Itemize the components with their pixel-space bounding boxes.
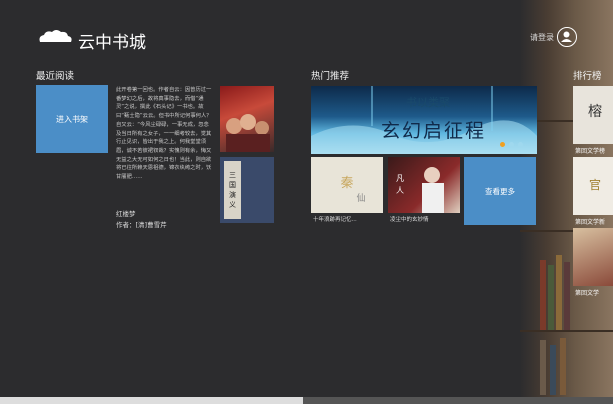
- scrollbar-thumb[interactable]: [0, 397, 303, 404]
- svg-text:榕: 榕: [588, 104, 602, 120]
- svg-text:国: 国: [229, 181, 236, 189]
- hot-section-title: 热门推荐: [311, 71, 350, 82]
- book-spine: [560, 338, 566, 395]
- view-more-label: 查看更多: [485, 186, 515, 196]
- hot-book-caption-2: 凌尘中的玄妙情: [390, 217, 429, 223]
- banner-title: 玄幻启征程: [381, 120, 487, 142]
- rank-section-title: 排行榜: [573, 71, 602, 82]
- app-title: 云中书城: [78, 33, 146, 53]
- carousel-dot[interactable]: [518, 142, 523, 147]
- svg-text:人: 人: [396, 186, 404, 195]
- recent-book-author: 作者：[清]曹雪芹: [116, 221, 167, 229]
- hot-book-caption-1: 十年浪跡再记忆...: [313, 217, 357, 223]
- svg-text:凡: 凡: [396, 174, 404, 183]
- rank-book-3[interactable]: [573, 228, 613, 286]
- carousel-dot-active[interactable]: [500, 142, 505, 147]
- recent-book-title[interactable]: 红楼梦: [116, 208, 136, 218]
- login-link[interactable]: 请登录: [530, 32, 554, 43]
- svg-text:义: 义: [229, 201, 236, 209]
- book-spine: [540, 340, 546, 395]
- book-cover-recent-2[interactable]: 三国演义: [220, 157, 274, 223]
- hot-book-tile-2[interactable]: 凡人: [388, 157, 460, 213]
- svg-text:三: 三: [229, 171, 236, 179]
- rank-book-2[interactable]: 官: [573, 157, 613, 215]
- enter-bookshelf-button[interactable]: 进入书架: [36, 85, 108, 153]
- svg-text:官: 官: [589, 177, 601, 192]
- rank-caption-2: 第回文学新: [575, 219, 606, 226]
- recent-section-title: 最近阅读: [36, 71, 75, 82]
- book-spine: [564, 262, 570, 330]
- user-avatar-icon[interactable]: [557, 27, 577, 47]
- svg-text:仙: 仙: [356, 192, 365, 204]
- book-cover-recent-1[interactable]: [220, 86, 274, 152]
- svg-text:秦: 秦: [340, 176, 353, 191]
- rank-book-1[interactable]: 榕: [573, 86, 613, 144]
- hot-book-tile-1[interactable]: 秦仙: [311, 157, 383, 213]
- svg-text:演: 演: [229, 190, 236, 199]
- book-excerpt: 此开卷第一回也。作者自云：因曾历过一番梦幻之后，故将真事隐去，而借“通灵”之说，…: [116, 87, 212, 181]
- view-more-button[interactable]: 查看更多: [464, 157, 536, 225]
- rank-caption-1: 第回文学榜: [575, 148, 606, 155]
- enter-bookshelf-label: 进入书架: [56, 114, 88, 124]
- banner-subtitle: 书以类聚: [406, 96, 450, 109]
- shelf-divider: [520, 330, 613, 332]
- book-spine: [550, 345, 556, 395]
- rank-caption-3: 第回文学: [575, 290, 600, 297]
- book-spine: [548, 265, 554, 330]
- logo-icon: [36, 28, 74, 48]
- carousel-dot[interactable]: [509, 142, 514, 147]
- book-spine: [540, 260, 546, 330]
- book-spine: [556, 255, 562, 330]
